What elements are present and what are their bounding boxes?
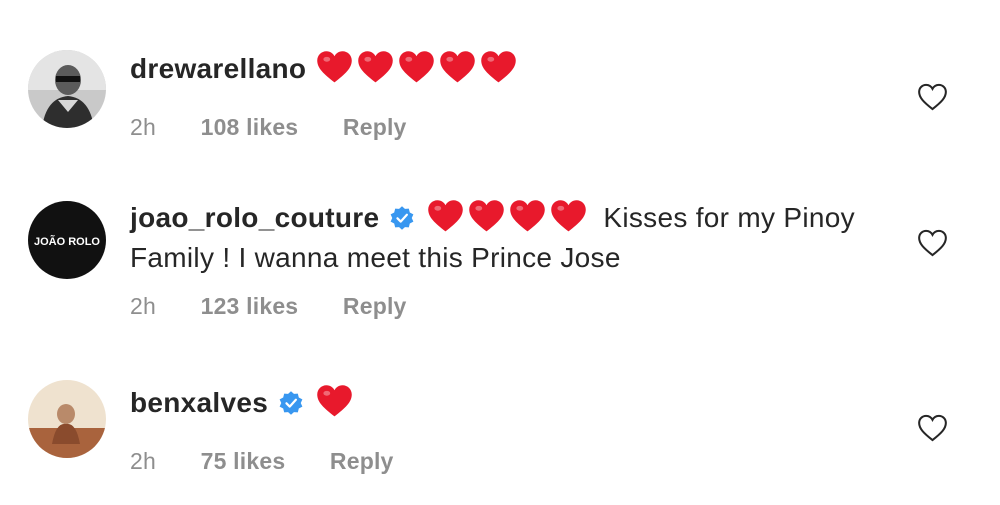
red-heart-emoji <box>357 50 394 84</box>
username[interactable]: joao_rolo_couture <box>130 202 379 233</box>
like-heart-icon[interactable] <box>917 414 948 442</box>
like-heart-icon[interactable] <box>917 83 948 111</box>
heart-emojis <box>316 384 357 426</box>
likes-count[interactable]: 75 likes <box>201 448 286 474</box>
reply-button[interactable]: Reply <box>343 114 407 140</box>
timestamp: 2h <box>130 293 156 319</box>
red-heart-emoji <box>316 50 353 84</box>
verified-badge-icon <box>389 205 415 231</box>
reply-button[interactable]: Reply <box>330 448 394 474</box>
username[interactable]: benxalves <box>130 387 268 418</box>
comment-meta: 2h 123 likes Reply <box>130 293 890 320</box>
avatar-benxalves[interactable] <box>28 380 106 458</box>
avatar-logo-text: JOÃO ROLO <box>34 235 100 248</box>
red-heart-emoji <box>439 50 476 84</box>
heart-emojis <box>427 199 591 241</box>
timestamp: 2h <box>130 114 156 140</box>
comment-meta: 2h 75 likes Reply <box>130 448 890 475</box>
likes-count[interactable]: 123 likes <box>201 293 299 319</box>
comment-meta: 2h 108 likes Reply <box>130 114 890 141</box>
likes-count[interactable]: 108 likes <box>201 114 299 140</box>
red-heart-emoji <box>427 199 464 233</box>
timestamp: 2h <box>130 448 156 474</box>
red-heart-emoji <box>550 199 587 233</box>
red-heart-emoji <box>509 199 546 233</box>
username[interactable]: drewarellano <box>130 53 306 84</box>
like-heart-icon[interactable] <box>917 229 948 257</box>
red-heart-emoji <box>316 384 353 418</box>
reply-button[interactable]: Reply <box>343 293 407 319</box>
heart-emojis <box>316 50 521 92</box>
verified-badge-icon <box>278 390 304 416</box>
red-heart-emoji <box>480 50 517 84</box>
red-heart-emoji <box>468 199 505 233</box>
red-heart-emoji <box>398 50 435 84</box>
avatar-drewarellano[interactable] <box>28 50 106 128</box>
avatar-joao-rolo-couture[interactable]: JOÃO ROLO <box>28 201 106 279</box>
